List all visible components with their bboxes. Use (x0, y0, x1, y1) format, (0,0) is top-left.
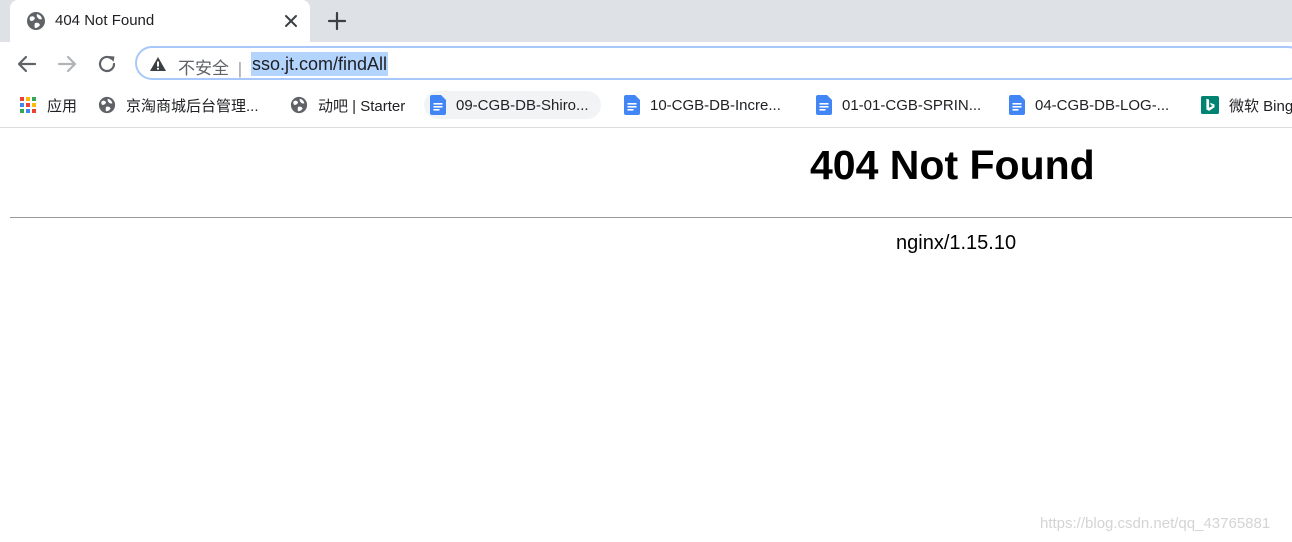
server-signature: nginx/1.15.10 (896, 232, 1017, 254)
bookmark-apps[interactable]: 应用 (19, 91, 77, 119)
bookmark-label: 09-CGB-DB-Shiro... (456, 96, 589, 114)
google-docs-icon (624, 95, 640, 115)
globe-icon (27, 12, 45, 30)
globe-icon (290, 96, 308, 114)
new-tab-plus-icon[interactable] (326, 10, 348, 32)
divider (10, 217, 1292, 218)
bookmark-dongba-starter[interactable]: 动吧 | Starter (290, 91, 405, 119)
forward-arrow-icon[interactable] (55, 52, 79, 76)
back-arrow-icon[interactable] (15, 52, 39, 76)
tab-strip: 404 Not Found (0, 0, 1292, 42)
google-docs-icon (430, 95, 446, 115)
page-title: 404 Not Found (810, 142, 1095, 188)
separator: | (237, 59, 243, 78)
bookmark-cgb-db-incre[interactable]: 10-CGB-DB-Incre... (624, 91, 781, 119)
watermark: https://blog.csdn.net/qq_43765881 (1040, 515, 1271, 532)
bookmark-cgb-spring[interactable]: 01-01-CGB-SPRIN... (816, 91, 981, 119)
google-docs-icon (816, 95, 832, 115)
bing-icon (1201, 96, 1219, 114)
close-icon[interactable] (282, 12, 300, 30)
url-text[interactable]: sso.jt.com/findAll (251, 52, 389, 76)
address-bar[interactable]: 不安全 | sso.jt.com/findAll (135, 46, 1292, 80)
bookmark-jingtao-admin[interactable]: 京淘商城后台管理... (98, 91, 259, 119)
bookmark-label: 应用 (47, 97, 78, 115)
bookmarks-bar: 应用 京淘商城后台管理... 动吧 | Starter 09-CGB-DB-Sh… (0, 87, 1292, 128)
bookmark-label: 京淘商城后台管理... (126, 97, 259, 115)
bookmark-label: 10-CGB-DB-Incre... (650, 96, 781, 114)
bookmark-cgb-db-log[interactable]: 04-CGB-DB-LOG-... (1009, 91, 1169, 119)
bookmark-label: 微软 Bing (1229, 97, 1292, 115)
bookmark-label: 01-01-CGB-SPRIN... (842, 96, 982, 114)
google-docs-icon (1009, 95, 1025, 115)
bookmark-bing[interactable]: 微软 Bing (1201, 91, 1292, 119)
bookmark-cgb-db-shiro[interactable]: 09-CGB-DB-Shiro... (424, 91, 601, 119)
tab-404-not-found[interactable]: 404 Not Found (10, 0, 310, 42)
apps-grid-icon (20, 97, 36, 113)
bookmark-label: 动吧 | Starter (318, 97, 406, 115)
globe-icon (98, 96, 116, 114)
reload-icon[interactable] (95, 52, 119, 76)
tab-title: 404 Not Found (55, 12, 155, 29)
toolbar: 不安全 | sso.jt.com/findAll (0, 42, 1292, 87)
security-indicator[interactable]: 不安全 | (178, 54, 242, 79)
bookmark-label: 04-CGB-DB-LOG-... (1035, 96, 1170, 114)
warning-triangle-icon[interactable] (149, 56, 167, 72)
security-label: 不安全 (178, 59, 229, 78)
